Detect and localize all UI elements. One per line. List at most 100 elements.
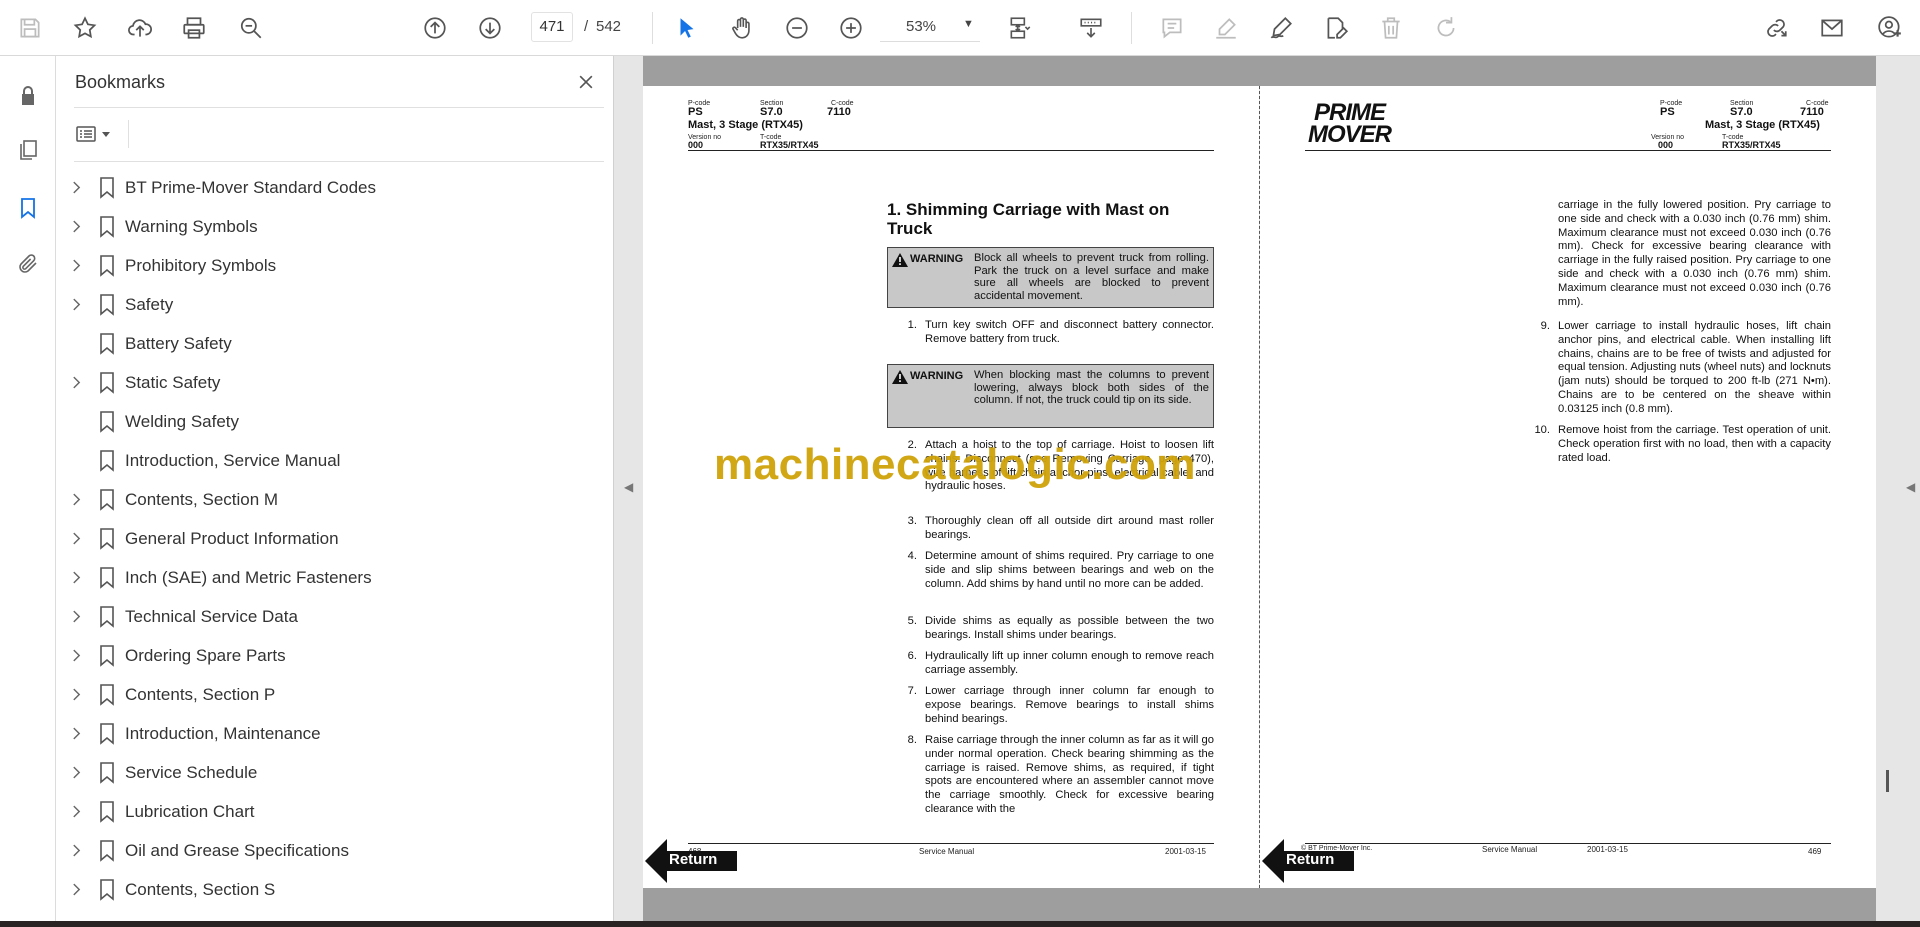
search-zoom-icon[interactable] bbox=[233, 10, 269, 46]
attachment-icon[interactable] bbox=[10, 246, 46, 282]
chevron-right-icon[interactable] bbox=[69, 532, 83, 546]
step-number: 9. bbox=[1540, 320, 1550, 332]
chevron-right-icon[interactable] bbox=[69, 649, 83, 663]
bookmark-label: Ordering Spare Parts bbox=[125, 645, 286, 665]
chevron-right-icon[interactable] bbox=[69, 298, 83, 312]
procedure-step: 4. Determine amount of shims required. P… bbox=[887, 550, 1214, 606]
bookmark-label: Contents, Section P bbox=[125, 684, 276, 704]
delete-icon[interactable] bbox=[1373, 10, 1409, 46]
step-number: 4. bbox=[907, 550, 917, 562]
procedure-step: 7. Lower carriage through inner column f… bbox=[887, 685, 1214, 729]
chevron-right-icon[interactable] bbox=[69, 259, 83, 273]
bookmark-item[interactable]: Oil and Grease Specifications bbox=[56, 831, 586, 870]
bookmark-item[interactable]: Service Schedule bbox=[56, 753, 586, 792]
bookmark-label: General Product Information bbox=[125, 528, 339, 548]
return-button[interactable]: Return bbox=[645, 839, 737, 883]
chevron-right-icon[interactable] bbox=[69, 844, 83, 858]
return-button[interactable]: Return bbox=[1262, 839, 1354, 883]
redo-icon[interactable] bbox=[1428, 10, 1464, 46]
expand-right-panel-icon[interactable]: ◀ bbox=[1906, 480, 1915, 494]
bookmark-item[interactable]: Static Safety bbox=[56, 363, 586, 402]
comment-icon[interactable] bbox=[1154, 10, 1190, 46]
bookmark-label: Lubrication Chart bbox=[125, 801, 255, 821]
document-subtitle: Mast, 3 Stage (RTX45) bbox=[688, 119, 803, 131]
bookmark-icon bbox=[99, 761, 115, 784]
chevron-right-icon[interactable] bbox=[69, 610, 83, 624]
bookmark-item[interactable]: BT Prime-Mover Standard Codes bbox=[56, 168, 586, 207]
page-number: 469 bbox=[1808, 847, 1822, 856]
zoom-in-icon[interactable] bbox=[833, 10, 869, 46]
section-value: S7.0 bbox=[1730, 106, 1753, 118]
draw-pen-icon[interactable] bbox=[1263, 10, 1299, 46]
bookmark-item[interactable]: Introduction, Maintenance bbox=[56, 714, 586, 753]
bookmark-item[interactable]: Contents, Section P bbox=[56, 675, 586, 714]
zoom-out-icon[interactable] bbox=[779, 10, 815, 46]
divider bbox=[128, 120, 129, 148]
bookmark-item[interactable]: Warning Symbols bbox=[56, 207, 586, 246]
chevron-right-icon[interactable] bbox=[69, 883, 83, 897]
previous-page-icon[interactable] bbox=[417, 10, 453, 46]
bookmark-item[interactable]: Battery Safety bbox=[56, 324, 586, 363]
toolbar-divider bbox=[1131, 12, 1132, 44]
pcode-value: PS bbox=[688, 106, 703, 118]
bookmark-options-button[interactable] bbox=[74, 118, 124, 150]
bookmark-label: Oil and Grease Specifications bbox=[125, 840, 349, 860]
bookmark-icon bbox=[99, 215, 115, 238]
collapse-left-panel-icon[interactable]: ◀ bbox=[624, 480, 633, 494]
page-number-input[interactable]: 471 bbox=[531, 12, 573, 42]
hand-tool-icon[interactable] bbox=[724, 10, 760, 46]
bookmark-item[interactable]: Introduction, Service Manual bbox=[56, 441, 586, 480]
select-cursor-icon[interactable] bbox=[669, 10, 705, 46]
header-rule bbox=[688, 150, 1214, 151]
bookmark-item[interactable]: Welding Safety bbox=[56, 402, 586, 441]
add-user-icon[interactable] bbox=[1872, 10, 1908, 46]
bookmark-item[interactable]: Lubrication Chart bbox=[56, 792, 586, 831]
chevron-right-icon[interactable] bbox=[69, 181, 83, 195]
pcode-value: PS bbox=[1660, 106, 1675, 118]
email-icon[interactable] bbox=[1814, 10, 1850, 46]
bookmark-item[interactable]: Ordering Spare Parts bbox=[56, 636, 586, 675]
footer-date: 2001-03-15 bbox=[1165, 847, 1206, 856]
chevron-right-icon[interactable] bbox=[69, 688, 83, 702]
next-page-icon[interactable] bbox=[472, 10, 508, 46]
chevron-down-icon[interactable]: ▼ bbox=[963, 18, 974, 30]
chevron-right-icon[interactable] bbox=[69, 727, 83, 741]
ccode-value: 7110 bbox=[827, 106, 851, 118]
highlight-pen-icon[interactable] bbox=[1208, 10, 1244, 46]
share-link-icon[interactable] bbox=[1758, 10, 1794, 46]
bookmark-item[interactable]: Safety bbox=[56, 285, 586, 324]
upload-cloud-icon[interactable] bbox=[122, 10, 158, 46]
logo-line2: MOVER bbox=[1308, 121, 1392, 148]
step-number: 8. bbox=[907, 734, 917, 746]
document-subtitle: Mast, 3 Stage (RTX45) bbox=[1705, 119, 1820, 131]
bookmark-item[interactable]: Technical Service Data bbox=[56, 597, 586, 636]
save-icon[interactable] bbox=[12, 10, 48, 46]
bookmark-item[interactable]: Contents, Section S bbox=[56, 870, 586, 908]
page-fit-icon[interactable] bbox=[1002, 10, 1038, 46]
fill-sign-icon[interactable] bbox=[1318, 10, 1354, 46]
scroll-mode-icon[interactable] bbox=[1073, 10, 1109, 46]
bookmark-item[interactable]: Contents, Section M bbox=[56, 480, 586, 519]
chevron-right-icon[interactable] bbox=[69, 571, 83, 585]
chevron-right-icon[interactable] bbox=[69, 220, 83, 234]
chevron-right-icon[interactable] bbox=[69, 493, 83, 507]
chevron-right-icon[interactable] bbox=[69, 376, 83, 390]
footer-rule bbox=[1305, 843, 1831, 844]
lock-icon[interactable] bbox=[10, 78, 46, 114]
star-icon[interactable] bbox=[67, 10, 103, 46]
chevron-right-icon[interactable] bbox=[69, 805, 83, 819]
return-label: Return bbox=[669, 851, 718, 868]
print-icon[interactable] bbox=[176, 10, 212, 46]
page-separator: / bbox=[584, 18, 589, 35]
step-text: Hydraulically lift up inner column enoug… bbox=[925, 650, 1214, 676]
close-icon[interactable] bbox=[572, 68, 600, 96]
bookmark-panel-icon[interactable] bbox=[10, 190, 46, 226]
chevron-right-icon[interactable] bbox=[69, 766, 83, 780]
bookmark-label: Battery Safety bbox=[125, 333, 232, 353]
bookmark-item[interactable]: General Product Information bbox=[56, 519, 586, 558]
document-scrollbar[interactable] bbox=[1886, 770, 1889, 792]
bookmark-item[interactable]: Prohibitory Symbols bbox=[56, 246, 586, 285]
bookmark-item[interactable]: Inch (SAE) and Metric Fasteners bbox=[56, 558, 586, 597]
bookmark-icon bbox=[99, 410, 115, 433]
page-thumbnails-icon[interactable] bbox=[10, 132, 46, 168]
